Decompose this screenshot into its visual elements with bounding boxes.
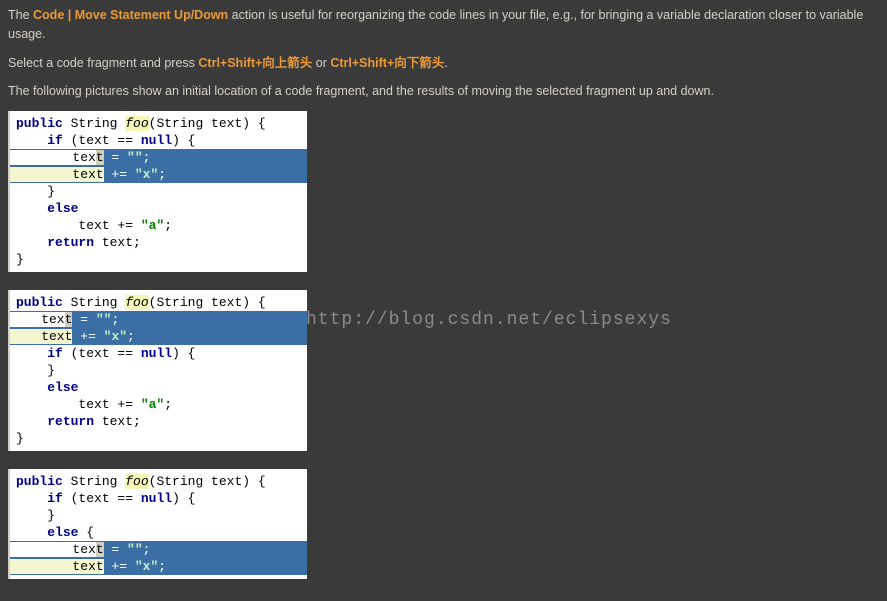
code-line: } <box>10 183 307 200</box>
code-line: if (text == null) { <box>10 345 307 362</box>
code-line: public String foo(String text) { <box>10 294 307 311</box>
code-line-selected: text += "x"; <box>10 558 307 575</box>
shortcut-text-2: or <box>312 56 330 70</box>
code-line: public String foo(String text) { <box>10 473 307 490</box>
code-line: text += "a"; <box>10 217 307 234</box>
code-line: public String foo(String text) { <box>10 115 307 132</box>
code-line: if (text == null) { <box>10 132 307 149</box>
code-line-selected: text = ""; <box>10 541 307 558</box>
code-line-selected: text = ""; <box>10 149 307 166</box>
code-line: } <box>10 507 307 524</box>
code-line-selected: text += "x"; <box>10 166 307 183</box>
watermark-text: http://blog.csdn.net/eclipsexys <box>306 307 672 334</box>
code-line: } <box>10 430 307 447</box>
shortcut-up: Ctrl+Shift+向上箭头 <box>198 56 312 70</box>
code-example-moved-up: public String foo(String text) { text = … <box>8 290 307 451</box>
shortcut-paragraph: Select a code fragment and press Ctrl+Sh… <box>8 54 879 73</box>
action-name: Code | Move Statement Up/Down <box>33 8 228 22</box>
code-line: if (text == null) { <box>10 490 307 507</box>
intro-text-1: The <box>8 8 33 22</box>
code-line-selected: text = ""; <box>10 311 307 328</box>
code-line: else <box>10 379 307 396</box>
shortcut-down: Ctrl+Shift+向下箭头 <box>330 56 444 70</box>
code-line: } <box>10 362 307 379</box>
code-example-initial: public String foo(String text) { if (tex… <box>8 111 307 272</box>
code-line-selected: text += "x"; <box>10 328 307 345</box>
code-example-moved-down: public String foo(String text) { if (tex… <box>8 469 307 579</box>
code-line: } <box>10 251 307 268</box>
shortcut-text-3: . <box>444 56 447 70</box>
code-line: else <box>10 200 307 217</box>
code-line: return text; <box>10 234 307 251</box>
code-line: else { <box>10 524 307 541</box>
explain-paragraph: The following pictures show an initial l… <box>8 82 879 101</box>
intro-paragraph: The Code | Move Statement Up/Down action… <box>8 6 879 44</box>
shortcut-text-1: Select a code fragment and press <box>8 56 198 70</box>
code-line: return text; <box>10 413 307 430</box>
code-line: text += "a"; <box>10 396 307 413</box>
